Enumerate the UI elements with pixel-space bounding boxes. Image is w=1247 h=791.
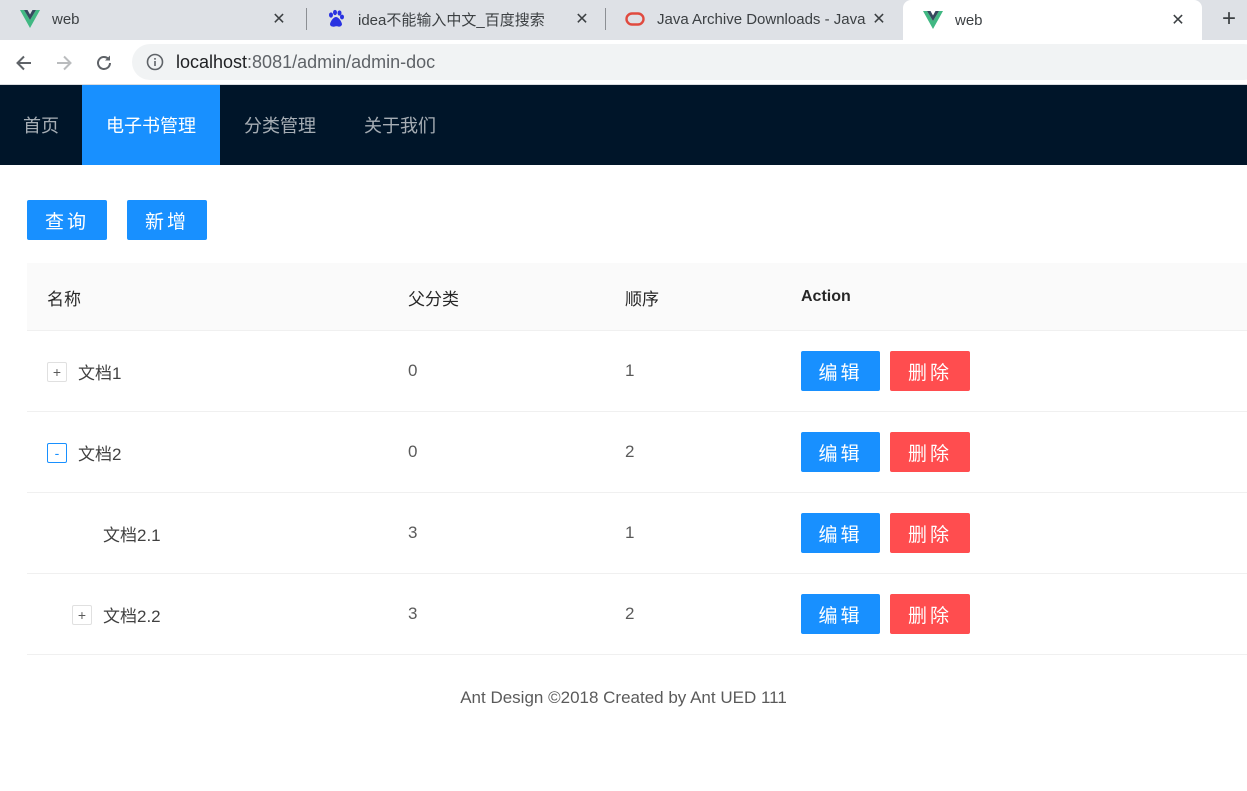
table-header: 名称 父分类 顺序 Action: [27, 263, 1247, 331]
column-header-action: Action: [801, 288, 851, 305]
url-host: localhost: [176, 51, 248, 72]
close-tab-icon[interactable]: ✕: [869, 9, 889, 29]
edit-button[interactable]: 编辑: [801, 594, 880, 634]
delete-button[interactable]: 删除: [890, 594, 970, 634]
row-name: 文档2: [78, 444, 122, 464]
browser-tab-3[interactable]: Java Archive Downloads - Java ✕: [605, 0, 903, 38]
column-header-name: 名称: [47, 289, 81, 309]
browser-tab-1[interactable]: web ✕: [0, 0, 303, 38]
vue-logo-icon: [20, 9, 40, 29]
vue-logo-icon: [923, 10, 943, 30]
row-sort: 1: [625, 361, 635, 380]
edit-button[interactable]: 编辑: [801, 432, 880, 472]
edit-button[interactable]: 编辑: [801, 513, 880, 553]
menu-item-home[interactable]: 首页: [0, 85, 82, 165]
browser-tab-bar: web ✕ idea不能输入中文_百度搜索 ✕ Java Archive Dow…: [0, 0, 1247, 40]
row-sort: 2: [625, 604, 635, 623]
oracle-logo-icon: [625, 9, 645, 29]
row-sort: 1: [625, 523, 635, 542]
row-parent: 3: [408, 523, 418, 542]
row-parent: 0: [408, 361, 418, 380]
doc-table: 名称 父分类 顺序 Action + 文档1 0 1 编辑 删除 - 文档2 0…: [27, 263, 1247, 655]
delete-button[interactable]: 删除: [890, 432, 970, 472]
table-row: - 文档2 0 2 编辑 删除: [27, 412, 1247, 493]
row-name: 文档1: [78, 363, 122, 383]
url-text: localhost:8081/admin/admin-doc: [176, 52, 435, 73]
back-arrow-icon[interactable]: [11, 50, 37, 76]
url-path: :8081/admin/admin-doc: [247, 51, 436, 72]
browser-tab-4[interactable]: web ✕: [903, 0, 1202, 40]
tab-title: web: [955, 11, 983, 29]
expand-icon[interactable]: +: [47, 362, 67, 382]
close-tab-icon[interactable]: ✕: [269, 9, 289, 29]
forward-arrow-icon[interactable]: [51, 50, 77, 76]
address-bar[interactable]: localhost:8081/admin/admin-doc: [132, 44, 1247, 80]
column-header-parent: 父分类: [408, 289, 459, 309]
collapse-icon[interactable]: -: [47, 443, 67, 463]
tab-title: idea不能输入中文_百度搜索: [358, 11, 545, 29]
menu-item-about[interactable]: 关于我们: [340, 85, 460, 165]
column-header-sort: 顺序: [625, 289, 659, 309]
tab-title: Java Archive Downloads - Java: [657, 10, 866, 28]
row-name: 文档2.1: [103, 525, 161, 545]
table-row: 文档2.1 3 1 编辑 删除: [27, 493, 1247, 574]
row-sort: 2: [625, 442, 635, 461]
menu-item-category-admin[interactable]: 分类管理: [220, 85, 340, 165]
row-parent: 3: [408, 604, 418, 623]
row-name: 文档2.2: [103, 606, 161, 626]
table-row: + 文档2.2 3 2 编辑 删除: [27, 574, 1247, 655]
delete-button[interactable]: 删除: [890, 513, 970, 553]
add-button[interactable]: 新增: [127, 200, 207, 240]
new-tab-icon[interactable]: +: [1214, 4, 1244, 34]
reload-icon[interactable]: [91, 50, 117, 76]
info-icon[interactable]: [146, 53, 164, 71]
query-button[interactable]: 查询: [27, 200, 107, 240]
tab-title: web: [52, 10, 80, 28]
expand-icon[interactable]: +: [72, 605, 92, 625]
menu-item-ebook-admin[interactable]: 电子书管理: [82, 85, 220, 165]
edit-button[interactable]: 编辑: [801, 351, 880, 391]
delete-button[interactable]: 删除: [890, 351, 970, 391]
page-footer: Ant Design ©2018 Created by Ant UED 111: [460, 688, 787, 707]
browser-tab-2[interactable]: idea不能输入中文_百度搜索 ✕: [306, 0, 606, 38]
table-row: + 文档1 0 1 编辑 删除: [27, 331, 1247, 412]
row-parent: 0: [408, 442, 418, 461]
close-tab-icon[interactable]: ✕: [1168, 10, 1188, 30]
baidu-paw-icon: [326, 9, 346, 29]
browser-toolbar: localhost:8081/admin/admin-doc: [0, 40, 1247, 85]
close-tab-icon[interactable]: ✕: [572, 9, 592, 29]
top-nav-menu: 首页 电子书管理 分类管理 关于我们: [0, 85, 1247, 165]
